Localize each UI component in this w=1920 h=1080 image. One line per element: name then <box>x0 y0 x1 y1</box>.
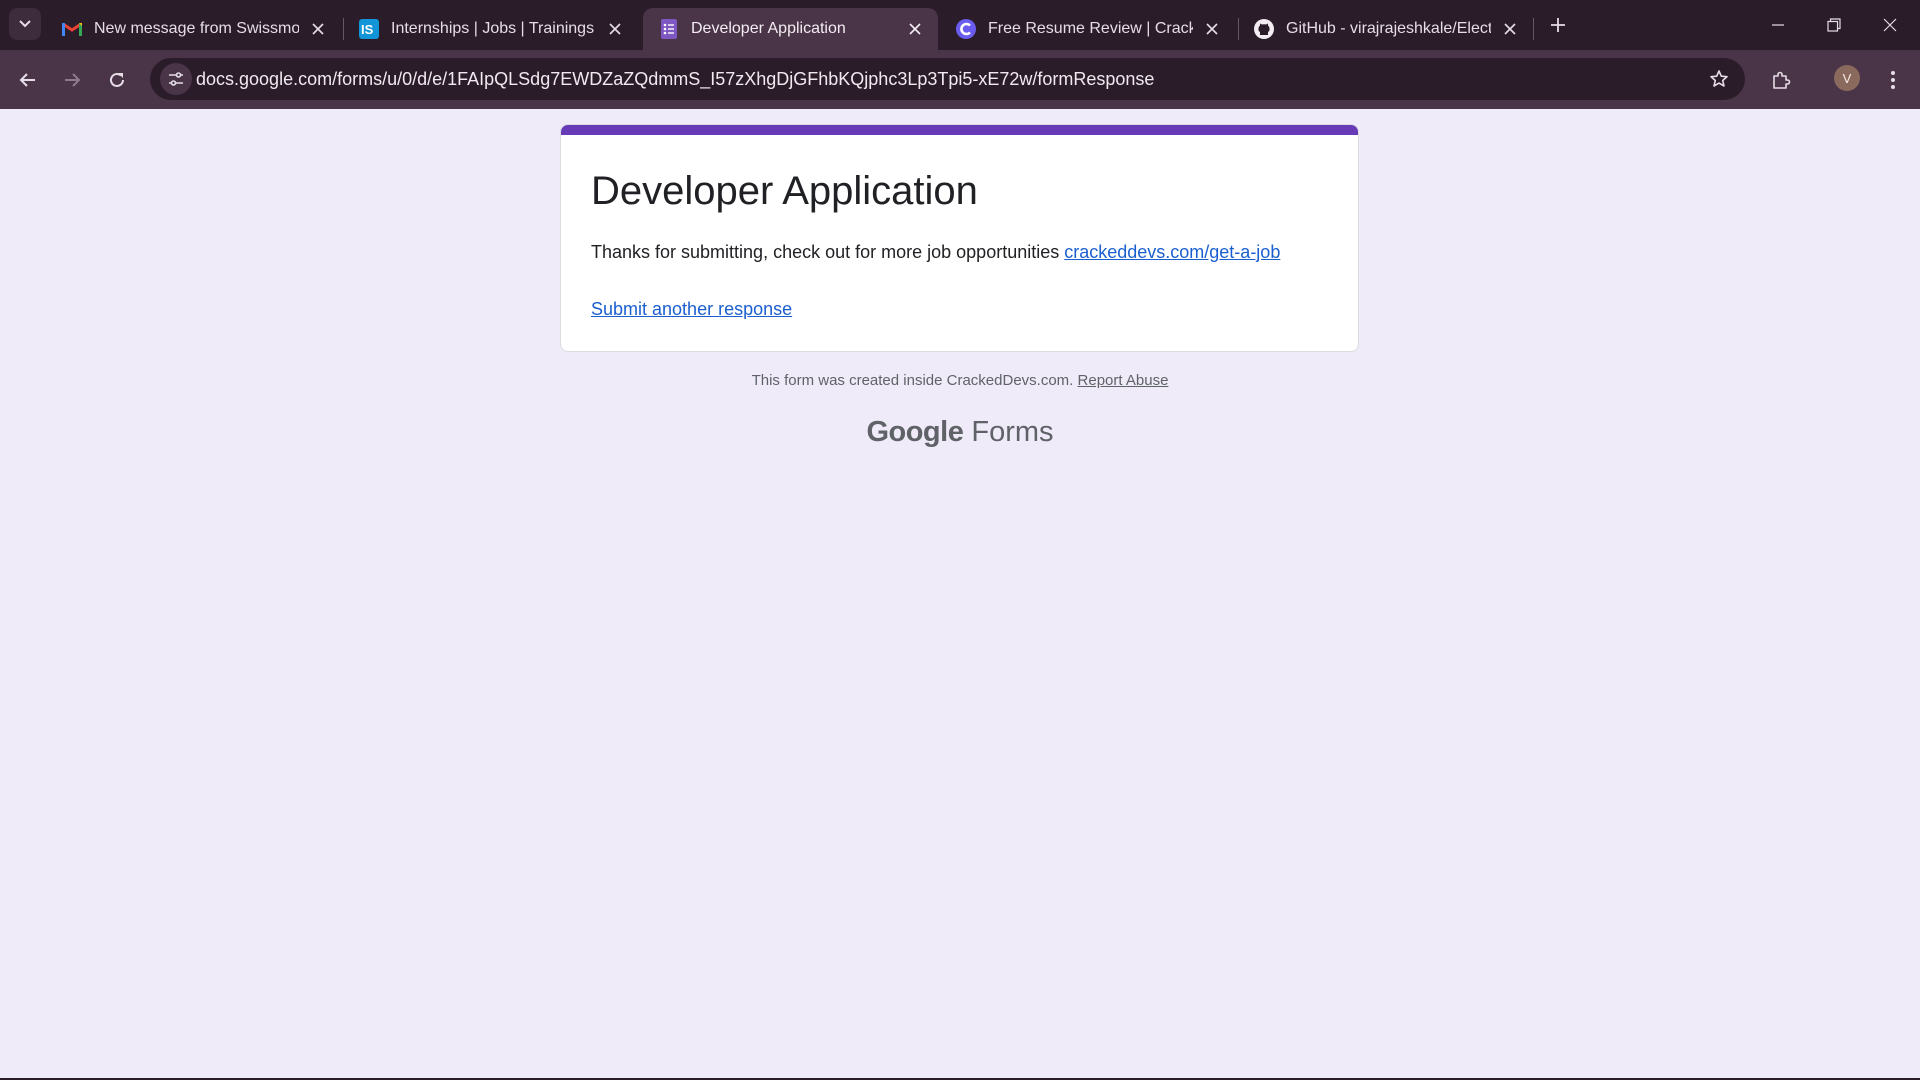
minimize-button[interactable] <box>1750 0 1806 50</box>
plus-icon <box>1551 18 1565 32</box>
site-info-icon[interactable] <box>160 63 192 95</box>
tab-developer-application[interactable]: Developer Application <box>643 8 938 50</box>
tab-gmail[interactable]: New message from Swissmote, <box>46 8 341 50</box>
svg-text:IS: IS <box>361 22 374 37</box>
back-button[interactable] <box>10 62 46 98</box>
tab-title: GitHub - virajrajeshkale/Electro <box>1286 20 1491 37</box>
footer-created-text: This form was created inside CrackedDevs… <box>751 372 1078 389</box>
close-icon[interactable] <box>904 18 926 40</box>
tab-crackeddevs[interactable]: Free Resume Review | CrackedD <box>940 8 1235 50</box>
browser-menu-button[interactable] <box>1875 62 1911 98</box>
arrow-left-icon <box>19 73 35 87</box>
close-icon <box>1883 18 1897 32</box>
address-bar[interactable]: docs.google.com/forms/u/0/d/e/1FAIpQLSdg… <box>150 58 1745 100</box>
bookmark-star-icon[interactable] <box>1707 67 1731 91</box>
close-icon[interactable] <box>604 18 626 40</box>
new-tab-button[interactable] <box>1545 12 1571 38</box>
tab-strip: New message from Swissmote, IS Internshi… <box>0 0 1920 50</box>
form-confirmation-card: Developer Application Thanks for submitt… <box>560 124 1359 352</box>
confirmation-message: Thanks for submitting, check out for mor… <box>591 242 1280 263</box>
tab-title: Developer Application <box>691 20 846 37</box>
close-icon[interactable] <box>1201 18 1223 40</box>
close-icon[interactable] <box>307 18 329 40</box>
tab-github[interactable]: GitHub - virajrajeshkale/Electro <box>1238 8 1533 50</box>
internshala-icon: IS <box>359 19 379 39</box>
github-icon <box>1254 19 1274 39</box>
form-footer: This form was created inside CrackedDevs… <box>0 372 1920 389</box>
forward-button[interactable] <box>54 62 90 98</box>
restore-button[interactable] <box>1806 0 1862 50</box>
form-title: Developer Application <box>591 169 978 213</box>
reload-button[interactable] <box>99 62 135 98</box>
tab-title: Internships | Jobs | Trainings & I <box>391 20 596 37</box>
tab-search-button[interactable] <box>9 8 41 40</box>
browser-toolbar: docs.google.com/forms/u/0/d/e/1FAIpQLSdg… <box>0 50 1920 109</box>
google-forms-icon <box>659 19 679 39</box>
more-vertical-icon <box>1891 71 1895 89</box>
google-forms-logo[interactable]: Google Forms <box>0 416 1920 449</box>
close-icon[interactable] <box>1499 18 1521 40</box>
gmail-icon <box>62 19 82 39</box>
google-wordmark: Google <box>866 416 964 448</box>
submit-another-response-link[interactable]: Submit another response <box>591 299 792 320</box>
close-window-button[interactable] <box>1862 0 1918 50</box>
profile-avatar[interactable]: V <box>1834 65 1860 91</box>
puzzle-icon <box>1773 71 1791 89</box>
url-text[interactable]: docs.google.com/forms/u/0/d/e/1FAIpQLSdg… <box>196 58 1154 100</box>
tab-title: Free Resume Review | CrackedD <box>988 20 1193 37</box>
report-abuse-link[interactable]: Report Abuse <box>1078 372 1169 389</box>
tab-title: New message from Swissmote, <box>94 20 299 37</box>
confirmation-text: Thanks for submitting, check out for mor… <box>591 242 1065 262</box>
crackeddevs-icon <box>956 19 976 39</box>
arrow-right-icon <box>65 73 81 87</box>
chevron-down-icon <box>19 20 31 28</box>
tab-divider <box>1533 18 1534 40</box>
forms-wordmark: Forms <box>971 416 1054 448</box>
tab-internshala[interactable]: IS Internships | Jobs | Trainings & I <box>343 8 638 50</box>
restore-icon <box>1827 18 1841 32</box>
form-accent-bar <box>561 125 1358 135</box>
reload-icon <box>110 72 124 87</box>
minimize-icon <box>1772 24 1784 26</box>
job-opportunities-link[interactable]: crackeddevs.com/get-a-job <box>1064 242 1280 262</box>
extensions-button[interactable] <box>1763 62 1799 98</box>
